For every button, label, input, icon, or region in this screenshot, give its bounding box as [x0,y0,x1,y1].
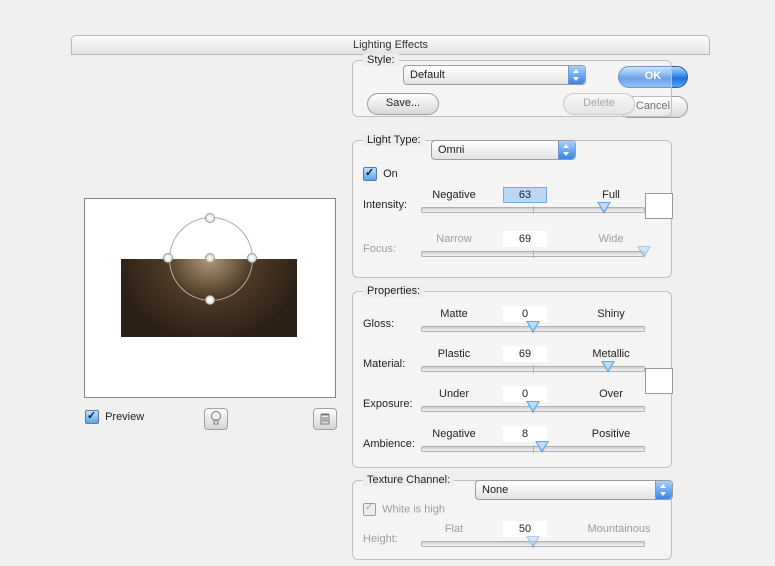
material-slider-thumb[interactable] [601,361,615,375]
intensity-right-label: Full [579,189,643,201]
delete-button-label: Delete [583,97,615,109]
height-right-label: Mountainous [579,523,659,535]
exposure-right-label: Over [579,388,643,400]
ambience-label: Ambience: [363,438,415,450]
light-handle-bottom-icon[interactable] [205,295,215,305]
slider-tick-icon [533,445,534,453]
focus-left-label: Narrow [421,233,487,245]
light-handle-left-icon[interactable] [163,253,173,263]
light-type-popup[interactable]: Omni [431,140,576,160]
slider-tick-icon [533,206,534,214]
material-label: Material: [363,358,405,370]
intensity-label: Intensity: [363,199,407,211]
material-left-label: Plastic [421,348,487,360]
white-is-high-checkbox: White is high [363,503,445,516]
intensity-slider-thumb[interactable] [597,202,611,216]
lightbulb-icon [206,409,226,427]
properties-group: Properties: Gloss: Matte 0 Shiny Materia… [352,291,672,468]
style-group-label: Style: [363,54,399,66]
material-right-label: Metallic [579,348,643,360]
white-is-high-label: White is high [382,503,445,515]
gloss-slider[interactable] [421,326,645,332]
trash-icon [315,409,335,427]
delete-button: Delete [563,93,635,115]
window-titlebar: Lighting Effects [71,35,710,55]
properties-group-label: Properties: [363,285,424,297]
slider-tick-icon [533,250,534,258]
ambience-slider-thumb[interactable] [535,441,549,455]
gloss-right-label: Shiny [579,308,643,320]
intensity-slider[interactable] [421,207,645,213]
height-left-label: Flat [421,523,487,535]
ambience-slider[interactable] [421,446,645,452]
checkbox-checked-dim-icon [363,503,376,516]
gloss-label: Gloss: [363,318,394,330]
exposure-input[interactable]: 0 [503,386,547,402]
focus-input: 69 [503,231,547,247]
height-label: Height: [363,533,398,545]
light-handle-top-icon[interactable] [205,213,215,223]
checkbox-checked-icon [363,167,377,181]
new-light-button[interactable] [204,408,228,430]
texture-channel-popup[interactable]: None [475,480,673,500]
focus-slider-thumb [637,246,651,260]
ambience-right-label: Positive [579,428,643,440]
focus-slider [421,251,645,257]
texture-channel-value: None [482,484,508,496]
light-handle-right-icon[interactable] [247,253,257,263]
delete-light-button[interactable] [313,408,337,430]
light-type-group: Light Type: Omni On Intensity: Negative … [352,140,672,278]
popup-arrows-icon [655,481,672,499]
window-title: Lighting Effects [353,39,428,51]
height-slider-thumb [526,536,540,550]
preview-checkbox[interactable]: Preview [85,410,144,424]
height-slider [421,541,645,547]
texture-channel-label: Texture Channel: [363,474,454,486]
exposure-left-label: Under [421,388,487,400]
exposure-slider-thumb[interactable] [526,401,540,415]
light-on-label: On [383,168,398,180]
gloss-slider-thumb[interactable] [526,321,540,335]
light-on-checkbox[interactable]: On [363,167,398,181]
style-group: Style: Default Save... Delete [352,60,672,117]
light-color-swatch[interactable] [645,193,673,219]
light-type-label: Light Type: [363,134,425,146]
exposure-slider[interactable] [421,406,645,412]
intensity-left-label: Negative [421,189,487,201]
height-input: 50 [503,521,547,537]
popup-arrows-icon [558,141,575,159]
save-button[interactable]: Save... [367,93,439,115]
ambience-input[interactable]: 8 [503,426,547,442]
gloss-input[interactable]: 0 [503,306,547,322]
light-center-icon[interactable] [205,253,215,263]
focus-label: Focus: [363,243,396,255]
checkbox-checked-icon [85,410,99,424]
ambience-left-label: Negative [421,428,487,440]
focus-right-label: Wide [579,233,643,245]
style-popup[interactable]: Default [403,65,586,85]
gloss-left-label: Matte [421,308,487,320]
exposure-label: Exposure: [363,398,413,410]
material-slider[interactable] [421,366,645,372]
popup-arrows-icon [568,66,585,84]
texture-channel-group: Texture Channel: None White is high Heig… [352,480,672,560]
light-type-popup-value: Omni [438,144,464,156]
style-popup-value: Default [410,69,445,81]
preview-frame[interactable] [84,198,336,398]
slider-tick-icon [533,365,534,373]
preview-checkbox-label: Preview [105,411,144,423]
material-input[interactable]: 69 [503,346,547,362]
save-button-label: Save... [386,97,420,109]
intensity-input[interactable]: 63 [503,187,547,203]
